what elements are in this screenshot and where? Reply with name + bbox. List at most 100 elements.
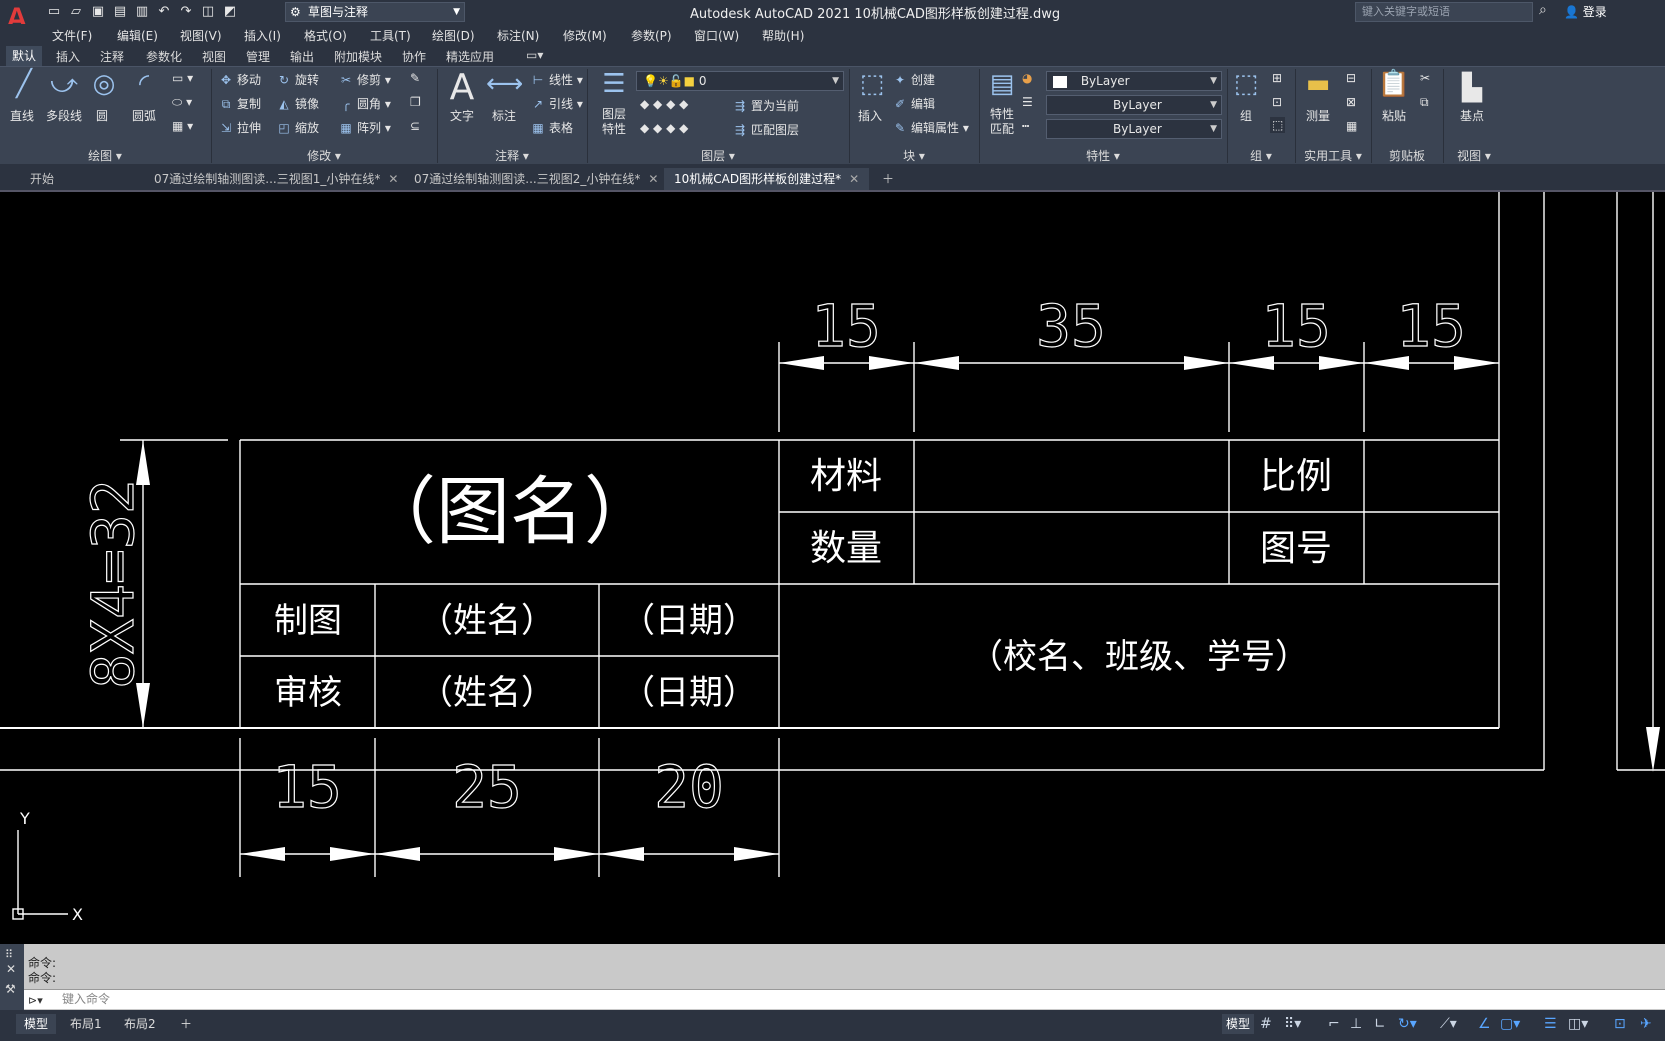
- select-all-icon[interactable]: ⊠: [1346, 95, 1356, 109]
- publish-icon[interactable]: ◩: [222, 4, 238, 20]
- close-icon[interactable]: ✕: [6, 962, 16, 976]
- trim-button[interactable]: ✂ 修剪 ▾: [338, 71, 391, 88]
- text-icon[interactable]: A: [444, 67, 480, 108]
- tab-output[interactable]: 输出: [290, 48, 314, 65]
- copy-clip-icon[interactable]: ⧉: [1420, 95, 1429, 110]
- mirror-button[interactable]: ◭ 镜像: [276, 95, 319, 112]
- polar-icon[interactable]: ↻▾: [1398, 1016, 1417, 1032]
- lineweight-select[interactable]: ByLayer ▼: [1046, 95, 1222, 115]
- layer-select[interactable]: 💡☀🔓■ 0 ▼: [636, 71, 844, 91]
- lineweight-toggle-icon[interactable]: ☰: [1544, 1016, 1557, 1032]
- close-icon[interactable]: ✕: [388, 172, 398, 186]
- isometric-icon[interactable]: ⟋▾: [1440, 1016, 1457, 1032]
- view-panel-title[interactable]: 视图 ▾: [1444, 147, 1504, 165]
- layout-tab-2[interactable]: 布局2: [116, 1014, 164, 1034]
- set-current-layer-button[interactable]: ⇶ 置为当前: [732, 97, 799, 114]
- tab-insert[interactable]: 插入: [56, 48, 80, 65]
- leader-button[interactable]: ↗ 引线 ▾: [530, 95, 583, 112]
- new-icon[interactable]: ▭: [46, 4, 62, 20]
- quick-select-icon[interactable]: ⊟: [1346, 71, 1356, 85]
- tab-view[interactable]: 视图: [202, 48, 226, 65]
- grip-icon[interactable]: ⠿: [5, 948, 13, 961]
- doc-tab-start[interactable]: 开始: [20, 168, 142, 190]
- tab-manage[interactable]: 管理: [246, 48, 270, 65]
- edit-block-button[interactable]: ✐ 编辑: [892, 95, 935, 112]
- search-icon[interactable]: ⌕: [1539, 2, 1547, 18]
- command-window-handle[interactable]: ⠿ ✕ ⚒: [0, 944, 24, 1010]
- erase-icon[interactable]: ✎: [410, 71, 420, 85]
- hatch-icon[interactable]: ▦ ▾: [172, 119, 193, 133]
- layout-tab-model[interactable]: 模型: [16, 1014, 57, 1034]
- drawing-canvas[interactable]: （图名） 材料 数量 比例 图号 制图 审核 （姓名） （姓名） （日期） （日…: [0, 192, 1665, 944]
- ungroup-icon[interactable]: ⊞: [1272, 71, 1282, 85]
- match-properties-icon[interactable]: ▤: [984, 69, 1020, 99]
- insert-block-icon[interactable]: ⬚: [852, 69, 892, 99]
- copy-button[interactable]: ⧉ 复制: [218, 95, 261, 112]
- linear-dim-button[interactable]: ⊢ 线性 ▾: [530, 71, 583, 88]
- add-layout-icon[interactable]: ＋: [172, 1014, 200, 1034]
- saveas-icon[interactable]: ▤: [112, 4, 128, 20]
- menu-tools[interactable]: 工具(T): [370, 27, 411, 44]
- tab-featured[interactable]: 精选应用: [446, 48, 494, 65]
- match-layer-button[interactable]: ⇶ 匹配图层: [732, 121, 799, 138]
- save-icon[interactable]: ▣: [90, 4, 106, 20]
- circle-button[interactable]: 圆: [96, 107, 108, 124]
- line-button[interactable]: 直线: [10, 107, 34, 124]
- arc-button[interactable]: 圆弧: [132, 107, 156, 124]
- utilities-panel-title[interactable]: 实用工具 ▾: [1296, 147, 1370, 165]
- menu-help[interactable]: 帮助(H): [762, 27, 804, 44]
- base-point-icon[interactable]: ▙: [1452, 73, 1492, 103]
- fillet-button[interactable]: ╭ 圆角 ▾: [338, 95, 390, 112]
- menu-format[interactable]: 格式(O): [304, 27, 347, 44]
- doc-tab-3[interactable]: 07通过绘制轴测图读...三视图2_小钟在线* ✕: [404, 168, 668, 190]
- dimension-icon[interactable]: ⟷: [486, 69, 523, 99]
- menu-modify[interactable]: 修改(M): [563, 27, 607, 44]
- cut-icon[interactable]: ✂: [1420, 71, 1430, 85]
- close-icon[interactable]: ✕: [648, 172, 658, 186]
- paste-icon[interactable]: 📋: [1376, 69, 1412, 99]
- paste-button[interactable]: 粘贴: [1382, 107, 1406, 124]
- move-button[interactable]: ✥ 移动: [218, 71, 261, 88]
- sign-in-button[interactable]: 👤 登录: [1564, 3, 1607, 20]
- command-input[interactable]: ⊳▾ 键入命令: [24, 989, 1665, 1009]
- color-wheel-icon[interactable]: ◕: [1022, 71, 1032, 85]
- dimension-button[interactable]: 标注: [492, 107, 516, 124]
- clipboard-panel-title[interactable]: 剪贴板: [1372, 147, 1442, 165]
- menu-draw[interactable]: 绘图(D): [432, 27, 475, 44]
- ortho-icon[interactable]: ∟: [1374, 1016, 1386, 1032]
- annotation-panel-title[interactable]: 注释 ▾: [438, 147, 586, 165]
- polyline-button[interactable]: 多段线: [46, 107, 82, 124]
- object-snap-tracking-icon[interactable]: ∠: [1478, 1016, 1491, 1032]
- menu-dimension[interactable]: 标注(N): [497, 27, 539, 44]
- edit-attributes-button[interactable]: ✎ 编辑属性 ▾: [892, 119, 969, 136]
- explode-icon[interactable]: ❐: [410, 95, 421, 109]
- grid-icon[interactable]: #: [1260, 1016, 1272, 1032]
- layer-properties-button[interactable]: 图层 特性: [602, 107, 626, 137]
- draw-panel-title[interactable]: 绘图 ▾: [0, 147, 210, 165]
- menu-parametric[interactable]: 参数(P): [631, 27, 672, 44]
- create-block-button[interactable]: ✦ 创建: [892, 71, 935, 88]
- command-prompt-icon[interactable]: ⊳▾: [28, 992, 43, 1010]
- layer-tools-row2[interactable]: ◆ ◆ ◆ ◆: [640, 121, 688, 135]
- menu-file[interactable]: 文件(F): [52, 27, 92, 44]
- add-tab-icon[interactable]: ＋: [872, 168, 904, 190]
- measure-button[interactable]: 测量: [1306, 107, 1330, 124]
- arc-icon[interactable]: ◜: [126, 69, 162, 99]
- polyline-icon[interactable]: ⤻: [46, 69, 82, 100]
- menu-edit[interactable]: 编辑(E): [117, 27, 158, 44]
- measure-icon[interactable]: ▬: [1300, 69, 1336, 99]
- circle-icon[interactable]: ◎: [86, 69, 122, 99]
- rectangle-icon[interactable]: ▭ ▾: [172, 71, 193, 85]
- ellipse-icon[interactable]: ⬭ ▾: [172, 95, 192, 110]
- layer-tools-row1[interactable]: ◆ ◆ ◆ ◆: [640, 97, 688, 111]
- doc-tab-2[interactable]: 07通过绘制轴测图读...三视图1_小钟在线* ✕: [144, 168, 408, 190]
- workspace-select[interactable]: ⚙ 草图与注释 ▼: [285, 2, 465, 22]
- tab-annotate[interactable]: 注释: [100, 48, 124, 65]
- linetype-select[interactable]: ByLayer ▼: [1046, 119, 1222, 139]
- search-input[interactable]: 键入关键字或短语: [1355, 2, 1533, 22]
- tab-collaborate[interactable]: 协作: [402, 48, 426, 65]
- layers-panel-title[interactable]: 图层 ▾: [588, 147, 848, 165]
- infer-constraints-icon[interactable]: ⌐: [1328, 1016, 1340, 1032]
- scale-button[interactable]: ◰ 缩放: [276, 119, 319, 136]
- group-select-icon[interactable]: ⬚: [1270, 117, 1286, 133]
